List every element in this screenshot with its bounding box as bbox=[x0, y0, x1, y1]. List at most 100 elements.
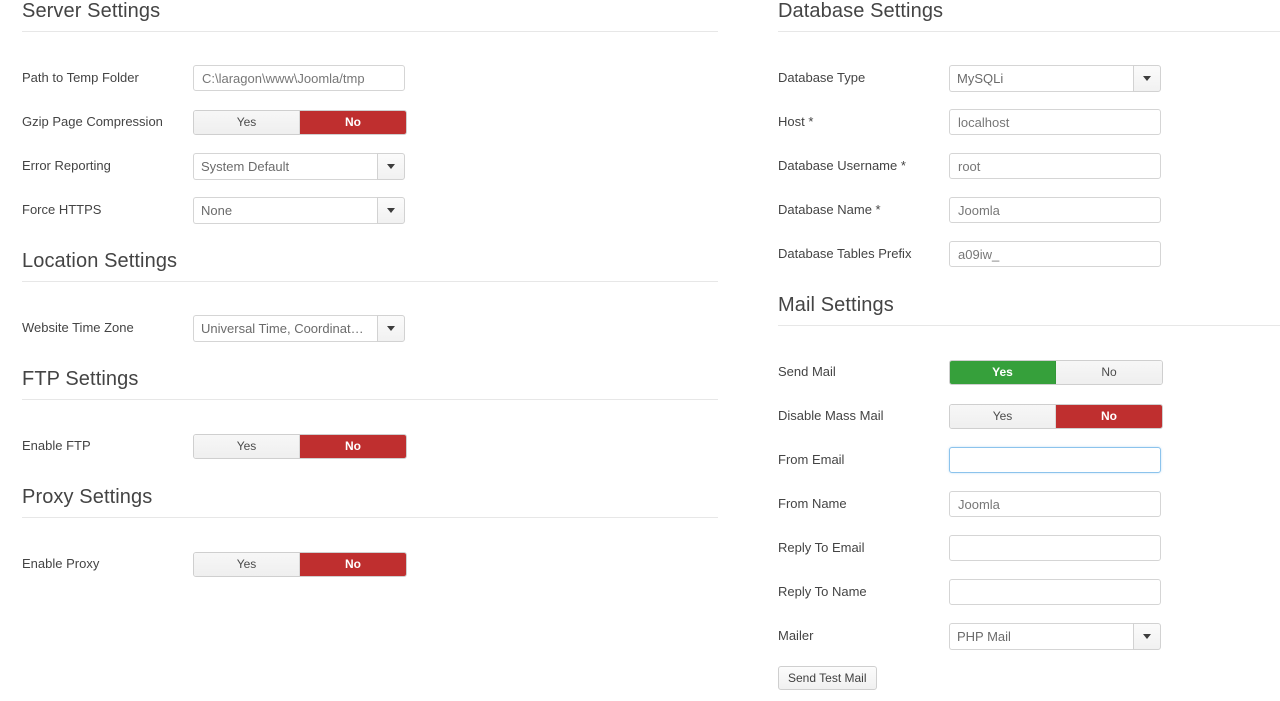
field-control-mailer: PHP Mail bbox=[949, 622, 1161, 650]
select-mailer[interactable]: PHP Mail bbox=[949, 622, 1161, 650]
select-website-time-zone[interactable]: Universal Time, Coordinated ... bbox=[193, 314, 405, 342]
form-row: Enable FTP Yes No bbox=[22, 424, 740, 468]
toggle-yes-gzip-page-compression[interactable]: Yes bbox=[194, 110, 300, 134]
left-column: Server Settings Path to Temp Folder Gzip P… bbox=[0, 0, 760, 701]
form-row: Send Test Mail bbox=[778, 658, 1280, 698]
form-row: Force HTTPS None bbox=[22, 188, 740, 232]
form-row: Mailer PHP Mail bbox=[778, 614, 1280, 658]
input-database-username[interactable] bbox=[949, 153, 1161, 179]
field-control-enable-proxy: Yes No bbox=[193, 551, 407, 577]
toggle-disable-mass-mail[interactable]: Yes No bbox=[949, 403, 1163, 429]
chevron-down-icon[interactable] bbox=[377, 196, 405, 224]
field-label-database-name: Database Name * bbox=[778, 202, 881, 217]
field-control-website-time-zone: Universal Time, Coordinated ... bbox=[193, 314, 405, 342]
field-control-database-type: MySQLi bbox=[949, 64, 1161, 92]
select-value-website-time-zone: Universal Time, Coordinated ... bbox=[193, 314, 377, 342]
field-control-gzip-page-compression: Yes No bbox=[193, 109, 407, 135]
section-heading-location: Location Settings bbox=[22, 250, 178, 272]
select-database-type[interactable]: MySQLi bbox=[949, 64, 1161, 92]
field-label-gzip-page-compression: Gzip Page Compression bbox=[22, 114, 163, 129]
chevron-down-icon[interactable] bbox=[1133, 64, 1161, 92]
toggle-no-gzip-page-compression[interactable]: No bbox=[300, 110, 406, 134]
input-database-name[interactable] bbox=[949, 197, 1161, 223]
section-heading-mail: Mail Settings bbox=[778, 294, 894, 316]
input-database-tables-prefix[interactable] bbox=[949, 241, 1161, 267]
field-control-database-username bbox=[949, 153, 1161, 179]
send-test-mail-button[interactable]: Send Test Mail bbox=[778, 666, 877, 690]
input-path-to-temp-folder[interactable] bbox=[193, 65, 405, 91]
select-value-mailer: PHP Mail bbox=[949, 622, 1133, 650]
toggle-no-enable-proxy[interactable]: No bbox=[300, 552, 406, 576]
form-row: Disable Mass Mail Yes No bbox=[778, 394, 1280, 438]
field-label-database-type: Database Type bbox=[778, 70, 866, 85]
field-control-database-tables-prefix bbox=[949, 241, 1161, 267]
input-from-email[interactable] bbox=[949, 447, 1161, 473]
section-heading-ftp: FTP Settings bbox=[22, 368, 139, 390]
field-label-database-username: Database Username * bbox=[778, 158, 906, 173]
toggle-yes-disable-mass-mail[interactable]: Yes bbox=[950, 404, 1056, 428]
form-row: From Email bbox=[778, 438, 1280, 482]
field-label-enable-ftp: Enable FTP bbox=[22, 438, 91, 453]
field-label-from-name: From Name bbox=[778, 496, 847, 511]
field-label-reply-to-name: Reply To Name bbox=[778, 584, 867, 599]
field-label-error-reporting: Error Reporting bbox=[22, 158, 111, 173]
caret-glyph bbox=[1143, 75, 1151, 81]
toggle-no-disable-mass-mail[interactable]: No bbox=[1056, 404, 1162, 428]
field-label-reply-to-email: Reply To Email bbox=[778, 540, 865, 555]
select-value-database-type: MySQLi bbox=[949, 64, 1133, 92]
select-error-reporting[interactable]: System Default bbox=[193, 152, 405, 180]
select-force-https[interactable]: None bbox=[193, 196, 405, 224]
select-value-force-https: None bbox=[193, 196, 377, 224]
form-row: From Name bbox=[778, 482, 1280, 526]
form-row: Database Name * bbox=[778, 188, 1280, 232]
toggle-enable-ftp[interactable]: Yes No bbox=[193, 433, 407, 459]
toggle-yes-enable-proxy[interactable]: Yes bbox=[194, 552, 300, 576]
section-heading-database: Database Settings bbox=[778, 0, 944, 22]
toggle-no-enable-ftp[interactable]: No bbox=[300, 434, 406, 458]
form-row: Database Username * bbox=[778, 144, 1280, 188]
caret-glyph bbox=[387, 325, 395, 331]
field-control-from-name bbox=[949, 491, 1161, 517]
toggle-yes-send-mail[interactable]: Yes bbox=[950, 360, 1056, 384]
field-control-path-to-temp-folder bbox=[193, 65, 405, 91]
input-host[interactable] bbox=[949, 109, 1161, 135]
chevron-down-icon[interactable] bbox=[1133, 622, 1161, 650]
section-heading-server: Server Settings bbox=[22, 0, 161, 22]
form-row: Reply To Name bbox=[778, 570, 1280, 614]
form-row: Reply To Email bbox=[778, 526, 1280, 570]
field-label-send-mail: Send Mail bbox=[778, 364, 836, 379]
form-row: Error Reporting System Default bbox=[22, 144, 740, 188]
field-label-mailer: Mailer bbox=[778, 628, 814, 643]
field-control-enable-ftp: Yes No bbox=[193, 433, 407, 459]
form-row: Host * bbox=[778, 100, 1280, 144]
toggle-enable-proxy[interactable]: Yes No bbox=[193, 551, 407, 577]
toggle-send-mail[interactable]: Yes No bbox=[949, 359, 1163, 385]
field-control-reply-to-email bbox=[949, 535, 1161, 561]
field-control-database-name bbox=[949, 197, 1161, 223]
settings-page: Server Settings Path to Temp Folder Gzip P… bbox=[0, 0, 1280, 701]
chevron-down-icon[interactable] bbox=[377, 152, 405, 180]
field-label-host: Host * bbox=[778, 114, 814, 129]
input-reply-to-email[interactable] bbox=[949, 535, 1161, 561]
field-label-disable-mass-mail: Disable Mass Mail bbox=[778, 408, 884, 423]
toggle-no-send-mail[interactable]: No bbox=[1056, 360, 1162, 384]
input-reply-to-name[interactable] bbox=[949, 579, 1161, 605]
field-label-enable-proxy: Enable Proxy bbox=[22, 556, 100, 571]
toggle-yes-enable-ftp[interactable]: Yes bbox=[194, 434, 300, 458]
toggle-gzip-page-compression[interactable]: Yes No bbox=[193, 109, 407, 135]
field-label-path-to-temp-folder: Path to Temp Folder bbox=[22, 70, 139, 85]
field-label-database-tables-prefix: Database Tables Prefix bbox=[778, 246, 912, 261]
caret-glyph bbox=[1143, 633, 1151, 639]
field-control-disable-mass-mail: Yes No bbox=[949, 403, 1163, 429]
field-control-send-mail: Yes No bbox=[949, 359, 1163, 385]
chevron-down-icon[interactable] bbox=[377, 314, 405, 342]
field-control-force-https: None bbox=[193, 196, 405, 224]
field-control-reply-to-name bbox=[949, 579, 1161, 605]
input-from-name[interactable] bbox=[949, 491, 1161, 517]
